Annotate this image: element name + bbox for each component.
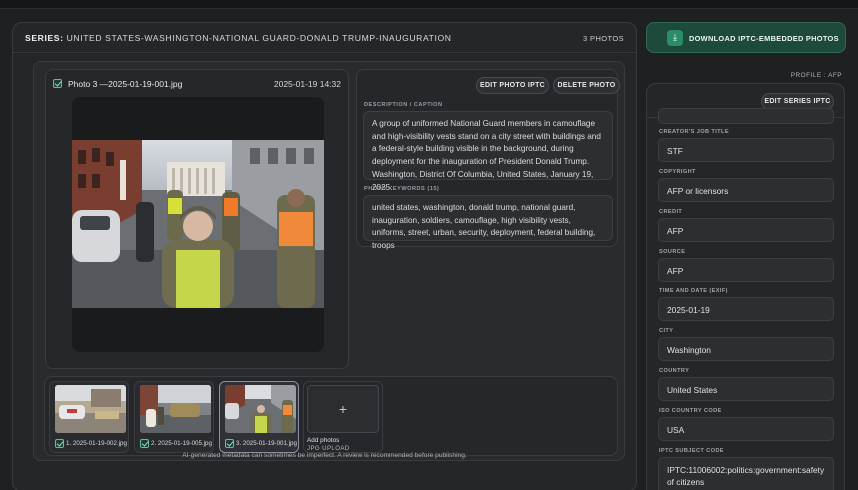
series-header: SERIES: UNITED STATES-WASHINGTON-NATIONA… — [13, 23, 636, 53]
thumbnail-label: 3. 2025-01-19-001.jpg — [236, 440, 297, 447]
caption-label: DESCRIPTION / CAPTION — [364, 102, 443, 108]
caption-textarea[interactable]: A group of uniformed National Guard memb… — [363, 111, 613, 192]
field-job-title[interactable]: STF — [658, 138, 834, 162]
series-title: SERIES: UNITED STATES-WASHINGTON-NATIONA… — [25, 33, 452, 43]
ai-disclaimer: AI-generated metadata can sometimes be i… — [182, 452, 467, 459]
profile-label: PROFILE : AFP — [790, 72, 842, 79]
download-label: DOWNLOAD IPTC-EMBEDDED PHOTOS — [689, 34, 839, 43]
field-label-job-title: CREATOR'S JOB TITLE — [659, 129, 729, 135]
field-label-iso-code: ISO COUNTRY CODE — [659, 408, 722, 414]
series-iptc-panel: EDIT SERIES IPTC CREATOR'S JOB TITLE STF… — [646, 83, 845, 490]
thumbnail-checkbox[interactable] — [140, 439, 149, 448]
thumbnail-label: 1. 2025-01-19-002.jpg — [66, 440, 127, 447]
keywords-textarea[interactable]: united states, washington, donald trump,… — [363, 195, 613, 250]
photo-count: 3 PHOTOS — [583, 34, 624, 43]
photo-workspace: Photo 3 —2025-01-19-001.jpg 2025-01-19 1… — [33, 61, 625, 461]
plus-icon: + — [307, 385, 379, 433]
field-iso-code[interactable]: USA — [658, 417, 834, 441]
field-label-source: SOURCE — [659, 249, 686, 255]
top-bar — [0, 0, 858, 9]
thumbnail-strip: 1. 2025-01-19-002.jpg 2. 2025-01-19-005.… — [44, 376, 618, 456]
field-label-country: COUNTRY — [659, 368, 690, 374]
photo-select-checkbox[interactable] — [53, 79, 62, 88]
edit-photo-iptc-button[interactable]: EDIT PHOTO IPTC — [476, 77, 549, 94]
add-photos-label: Add photos — [307, 437, 340, 444]
download-icon: ⤓ — [667, 30, 683, 46]
field-credit[interactable]: AFP — [658, 218, 834, 242]
thumbnail-label: 2. 2025-01-19-005.jpg — [151, 440, 212, 447]
thumbnail-image — [225, 385, 296, 433]
photo-details: EDIT PHOTO IPTC DELETE PHOTO DESCRIPTION… — [356, 69, 620, 250]
thumbnail-checkbox[interactable] — [55, 439, 64, 448]
thumbnail-item[interactable]: 1. 2025-01-19-002.jpg — [49, 381, 129, 453]
field-label-copyright: COPYRIGHT — [659, 169, 696, 175]
thumbnail-checkbox[interactable] — [225, 439, 234, 448]
add-photos-button[interactable]: + Add photos JPG UPLOAD — [303, 381, 383, 453]
thumbnail-item[interactable]: 2. 2025-01-19-005.jpg — [134, 381, 214, 453]
delete-photo-button[interactable]: DELETE PHOTO — [553, 77, 620, 94]
thumbnail-image — [55, 385, 126, 433]
photo-card: Photo 3 —2025-01-19-001.jpg 2025-01-19 1… — [45, 69, 349, 369]
keywords-label: PHOTO KEYWORDS (15) — [364, 186, 440, 192]
photo-datetime: 2025-01-19 14:32 — [273, 79, 341, 89]
field-time-date[interactable]: 2025-01-19 — [658, 297, 834, 321]
photo-image — [72, 140, 324, 308]
add-photos-format: JPG UPLOAD — [307, 445, 350, 452]
field-city[interactable]: Washington — [658, 337, 834, 361]
field-subject-code[interactable]: IPTC:11006002:politics:government:safety… — [658, 457, 834, 490]
series-prefix: SERIES: — [25, 33, 64, 43]
scrolled-field[interactable] — [658, 108, 834, 124]
series-name: UNITED STATES-WASHINGTON-NATIONAL GUARD-… — [66, 33, 452, 43]
thumbnail-item-active[interactable]: 3. 2025-01-19-001.jpg — [219, 381, 299, 453]
field-label-credit: CREDIT — [659, 209, 683, 215]
field-copyright[interactable]: AFP or licensors — [658, 178, 834, 202]
field-source[interactable]: AFP — [658, 258, 834, 282]
field-label-city: CITY — [659, 328, 674, 334]
field-country[interactable]: United States — [658, 377, 834, 401]
photo-preview[interactable] — [72, 97, 324, 352]
field-label-time-date: TIME AND DATE (EXIF) — [659, 288, 728, 294]
photo-filename: Photo 3 —2025-01-19-001.jpg — [68, 79, 183, 89]
download-iptc-button[interactable]: ⤓ DOWNLOAD IPTC-EMBEDDED PHOTOS — [646, 22, 846, 53]
thumbnail-image — [140, 385, 211, 433]
field-label-subject-code: IPTC SUBJECT CODE — [659, 448, 724, 454]
